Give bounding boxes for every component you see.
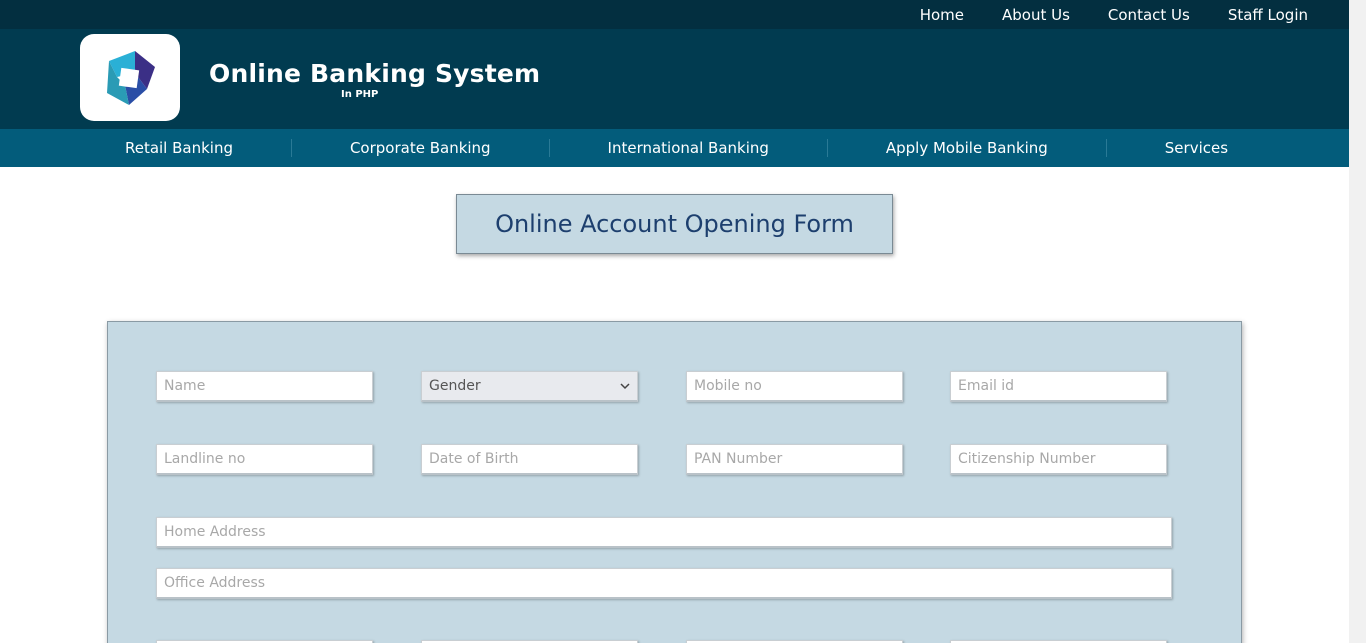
vertical-scrollbar[interactable] xyxy=(1349,0,1366,643)
contact-us-link[interactable]: Contact Us xyxy=(1108,6,1190,24)
about-us-link[interactable]: About Us xyxy=(1002,6,1070,24)
page: Home About Us Contact Us Staff Login Onl… xyxy=(0,0,1366,643)
top-bar: Home About Us Contact Us Staff Login xyxy=(0,0,1349,29)
top-links: Home About Us Contact Us Staff Login xyxy=(882,0,1308,29)
account-form: Gender xyxy=(107,321,1242,643)
email-input[interactable] xyxy=(950,371,1167,402)
form-title: Online Account Opening Form xyxy=(456,194,893,254)
office-address-input[interactable] xyxy=(156,568,1172,599)
nav-international-banking[interactable]: International Banking xyxy=(550,139,827,157)
home-address-input[interactable] xyxy=(156,517,1172,548)
landline-input[interactable] xyxy=(156,444,373,475)
gender-select[interactable]: Gender xyxy=(421,371,638,402)
citizenship-input[interactable] xyxy=(950,444,1167,475)
chevron-down-icon xyxy=(619,380,631,392)
bank-logo-icon[interactable] xyxy=(80,34,180,121)
mobile-input[interactable] xyxy=(686,371,903,402)
nav-corporate-banking[interactable]: Corporate Banking xyxy=(292,139,549,157)
staff-login-link[interactable]: Staff Login xyxy=(1228,6,1308,24)
home-link[interactable]: Home xyxy=(920,6,964,24)
site-header: Online Banking System In PHP xyxy=(0,29,1349,129)
nav-services[interactable]: Services xyxy=(1107,139,1286,157)
name-input[interactable] xyxy=(156,371,373,402)
pan-input[interactable] xyxy=(686,444,903,475)
nav-apply-mobile-banking[interactable]: Apply Mobile Banking xyxy=(828,139,1106,157)
gender-select-value: Gender xyxy=(429,378,481,394)
dob-input[interactable] xyxy=(421,444,638,475)
main-nav: Retail Banking Corporate Banking Interna… xyxy=(0,129,1349,167)
site-subtitle: In PHP xyxy=(341,89,379,100)
site-title: Online Banking System xyxy=(209,59,541,88)
nav-retail-banking[interactable]: Retail Banking xyxy=(67,139,291,157)
